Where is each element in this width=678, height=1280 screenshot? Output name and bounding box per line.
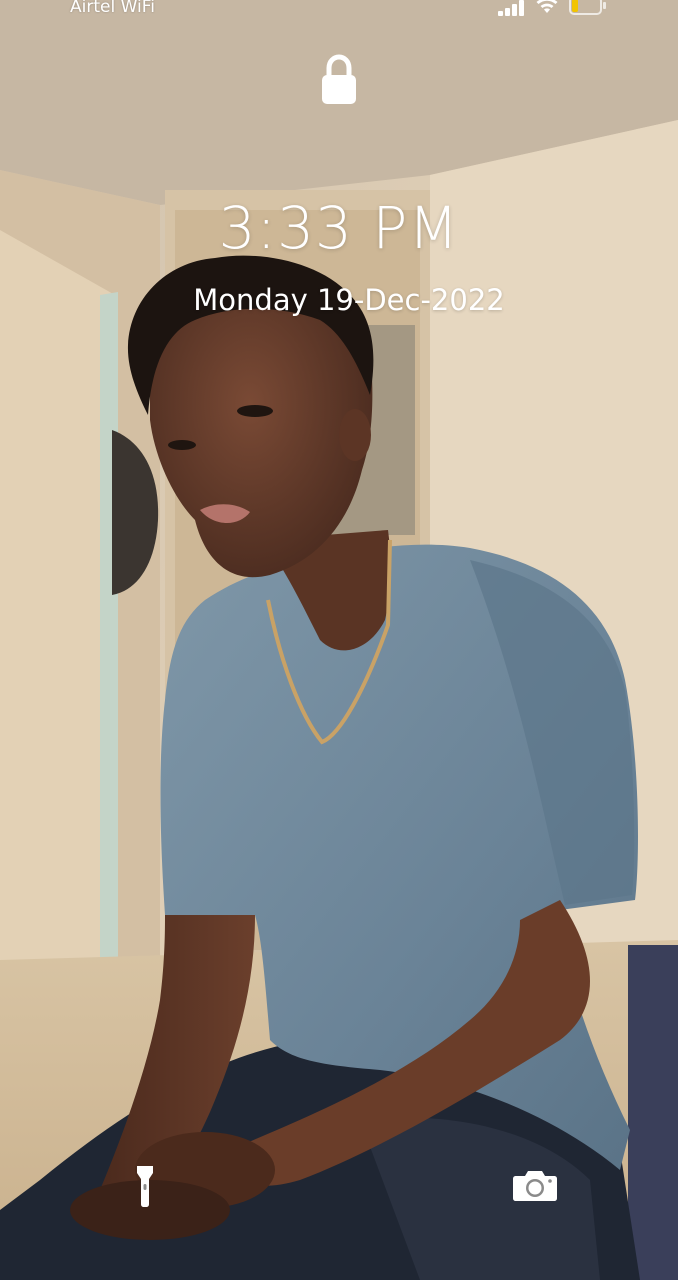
wifi-icon [536, 0, 558, 13]
lock-screen-date: Monday 19-Dec-2022 [193, 283, 505, 317]
lock-screen-time: 3:33 PM [218, 194, 460, 262]
lock-icon [322, 54, 356, 104]
wallpaper-photo [0, 0, 678, 1280]
flashlight-icon[interactable] [128, 1164, 162, 1208]
battery-low-icon [569, 0, 606, 15]
lock-screen: Airtel WiFi 3:33 PM Monday 19-Dec-2022 [0, 0, 678, 1280]
status-bar: Airtel WiFi [0, 0, 678, 22]
camera-icon[interactable] [512, 1168, 558, 1202]
carrier-label: Airtel WiFi [70, 0, 156, 17]
signal-bars-icon [498, 0, 524, 16]
